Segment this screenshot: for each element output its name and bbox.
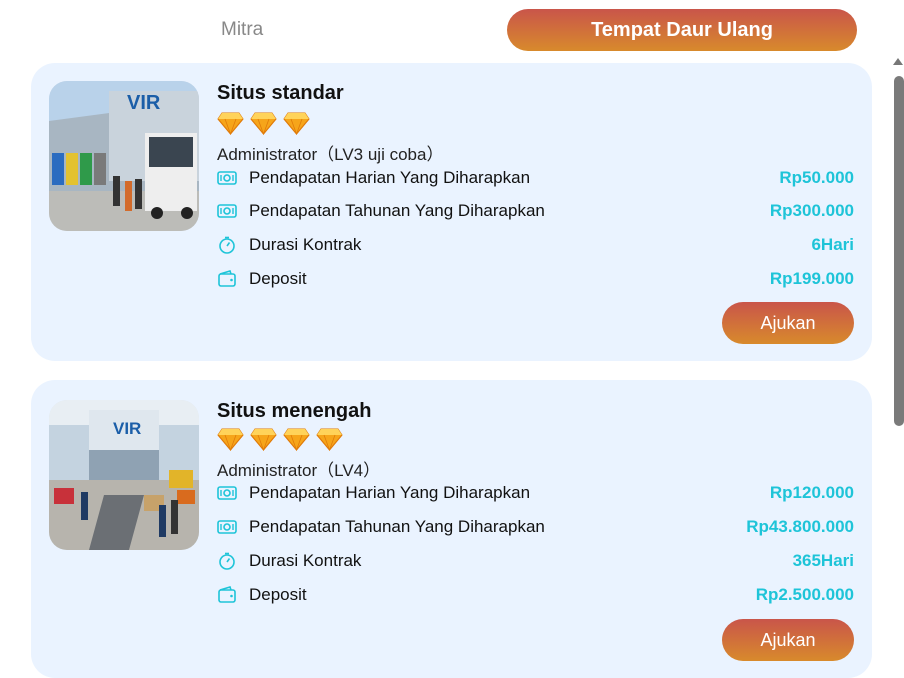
diamond-icon: [217, 428, 244, 451]
site-card: VIR Situs menengah Administrator（LV4） Pe…: [31, 380, 872, 678]
annual-income-row: Pendapatan Tahunan Yang Diharapkan Rp300…: [217, 199, 854, 223]
site-title: Situs standar: [217, 82, 344, 104]
row-label: Durasi Kontrak: [249, 235, 362, 254]
deposit-row: Deposit Rp2.500.000: [217, 583, 854, 607]
row-value: Rp50.000: [779, 168, 854, 187]
contract-duration-row: Durasi Kontrak 365Hari: [217, 549, 854, 573]
diamond-icon: [250, 428, 277, 451]
row-value: Rp199.000: [769, 269, 854, 288]
site-photo: VIR: [49, 81, 199, 231]
rating-gems: [217, 427, 343, 451]
scrollbar[interactable]: [890, 58, 904, 678]
row-label: Pendapatan Tahunan Yang Diharapkan: [249, 517, 545, 536]
diamond-icon: [217, 112, 244, 135]
diamond-icon: [283, 112, 310, 135]
svg-text:VIR: VIR: [127, 92, 161, 114]
contract-duration-row: Durasi Kontrak 6Hari: [217, 233, 854, 257]
row-label: Pendapatan Harian Yang Diharapkan: [249, 168, 531, 187]
apply-button[interactable]: Ajukan: [722, 302, 854, 344]
svg-text:VIR: VIR: [113, 419, 141, 438]
row-value: Rp2.500.000: [755, 585, 854, 604]
tab-mitra[interactable]: Mitra: [221, 19, 263, 41]
row-label: Pendapatan Tahunan Yang Diharapkan: [249, 201, 545, 220]
cash-icon: [217, 517, 237, 537]
row-value: Rp300.000: [769, 201, 854, 220]
rating-gems: [217, 111, 310, 135]
timer-icon: [217, 551, 237, 571]
scroll-up-arrow-icon[interactable]: [893, 58, 903, 65]
tab-bar: Mitra Tempat Daur Ulang: [0, 9, 890, 51]
site-title: Situs menengah: [217, 400, 372, 422]
annual-income-row: Pendapatan Tahunan Yang Diharapkan Rp43.…: [217, 515, 854, 539]
admin-level: Administrator（LV4）: [217, 461, 381, 480]
scroll-thumb[interactable]: [894, 76, 904, 426]
diamond-icon: [250, 112, 277, 135]
site-photo: VIR: [49, 400, 199, 550]
timer-icon: [217, 235, 237, 255]
daily-income-row: Pendapatan Harian Yang Diharapkan Rp50.0…: [217, 166, 854, 190]
row-value: Rp43.800.000: [746, 517, 854, 536]
apply-button[interactable]: Ajukan: [722, 619, 854, 661]
cash-icon: [217, 201, 237, 221]
cash-icon: [217, 168, 237, 188]
diamond-icon: [283, 428, 310, 451]
site-card: VIR Situs standar Administrator（LV3 uji …: [31, 63, 872, 361]
row-label: Deposit: [249, 269, 307, 288]
diamond-icon: [316, 428, 343, 451]
wallet-icon: [217, 585, 237, 605]
row-value: 6Hari: [811, 235, 854, 254]
admin-level: Administrator（LV3 uji coba）: [217, 145, 444, 164]
row-label: Pendapatan Harian Yang Diharapkan: [249, 483, 531, 502]
wallet-icon: [217, 269, 237, 289]
row-label: Deposit: [249, 585, 307, 604]
row-value: 365Hari: [792, 551, 854, 570]
daily-income-row: Pendapatan Harian Yang Diharapkan Rp120.…: [217, 481, 854, 505]
row-value: Rp120.000: [769, 483, 854, 502]
deposit-row: Deposit Rp199.000: [217, 267, 854, 291]
cash-icon: [217, 483, 237, 503]
tab-recycling-site[interactable]: Tempat Daur Ulang: [507, 9, 857, 51]
row-label: Durasi Kontrak: [249, 551, 362, 570]
